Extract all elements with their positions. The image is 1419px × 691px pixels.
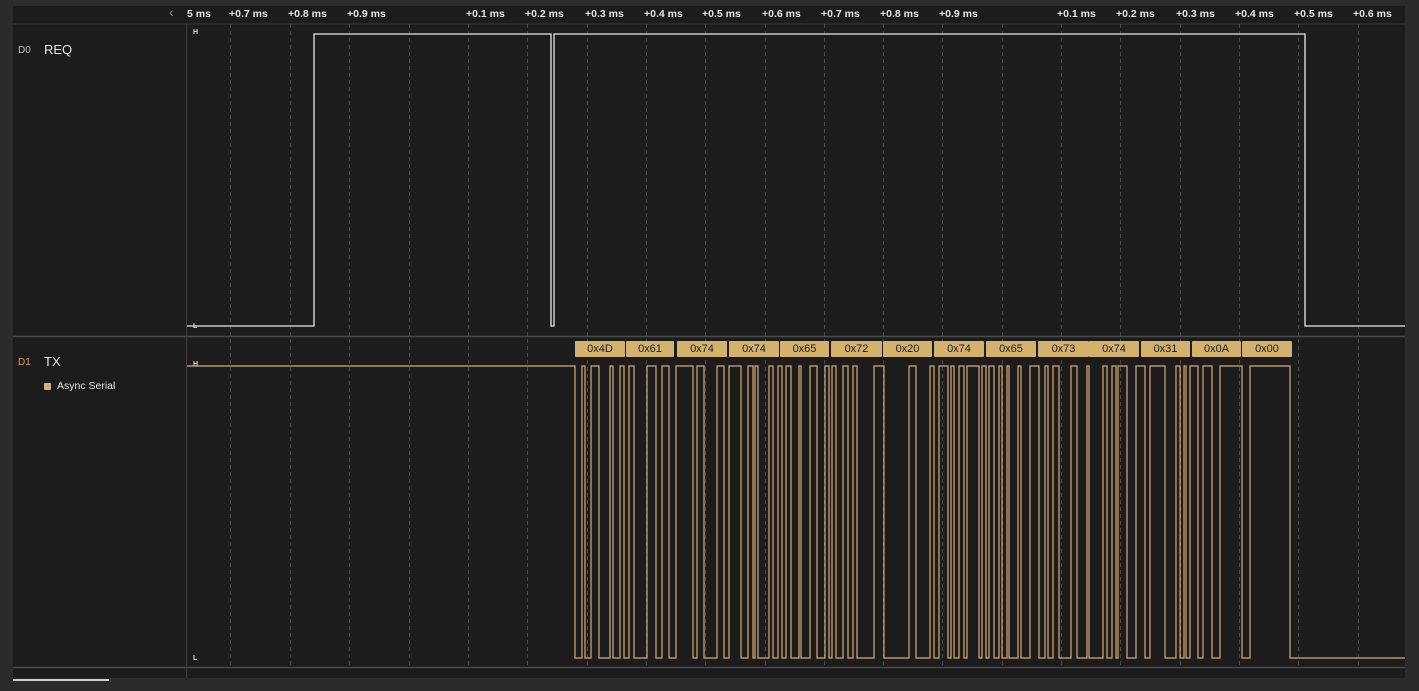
decoded-byte-label[interactable]: 0x72 xyxy=(831,341,882,357)
channel-id: D0 xyxy=(18,45,31,56)
analyzer-label[interactable]: Async Serial xyxy=(57,380,115,392)
decoded-byte-label[interactable]: 0x00 xyxy=(1242,341,1292,357)
level-high-marker: H xyxy=(193,361,199,368)
decoded-byte-label[interactable]: 0x73 xyxy=(1038,341,1089,357)
decoded-byte-label[interactable]: 0x61 xyxy=(626,341,674,357)
level-low-marker: L xyxy=(193,655,198,662)
decoded-byte-label[interactable]: 0x4D xyxy=(575,341,625,357)
decoded-byte-label[interactable]: 0x20 xyxy=(883,341,932,357)
channel-name[interactable]: REQ xyxy=(44,42,72,57)
analyzer-color-swatch xyxy=(44,383,51,390)
decoded-byte-label[interactable]: 0x74 xyxy=(934,341,984,357)
decoded-byte-label[interactable]: 0x74 xyxy=(677,341,727,357)
decoded-byte-label[interactable]: 0x65 xyxy=(780,341,829,357)
decoded-byte-label[interactable]: 0x31 xyxy=(1141,341,1190,357)
channel-name[interactable]: TX xyxy=(44,354,61,369)
decoded-byte-label[interactable]: 0x74 xyxy=(1089,341,1139,357)
level-low-marker: L xyxy=(193,323,198,330)
channel-d1-waveform xyxy=(187,365,1405,659)
decoded-byte-label[interactable]: 0x74 xyxy=(729,341,779,357)
decoded-byte-label[interactable]: 0x65 xyxy=(986,341,1036,357)
channel-d0-waveform xyxy=(187,33,1405,327)
level-high-marker: H xyxy=(193,29,199,36)
decoded-byte-label[interactable]: 0x0A xyxy=(1192,341,1241,357)
logic-analyzer-view: ‹ 5 ms +0.7 ms +0.8 ms +0.9 ms +0.1 ms +0.2 m… xyxy=(13,4,1405,681)
horizontal-scrollbar-thumb[interactable] xyxy=(13,679,109,681)
channel-id: D1 xyxy=(18,357,31,368)
